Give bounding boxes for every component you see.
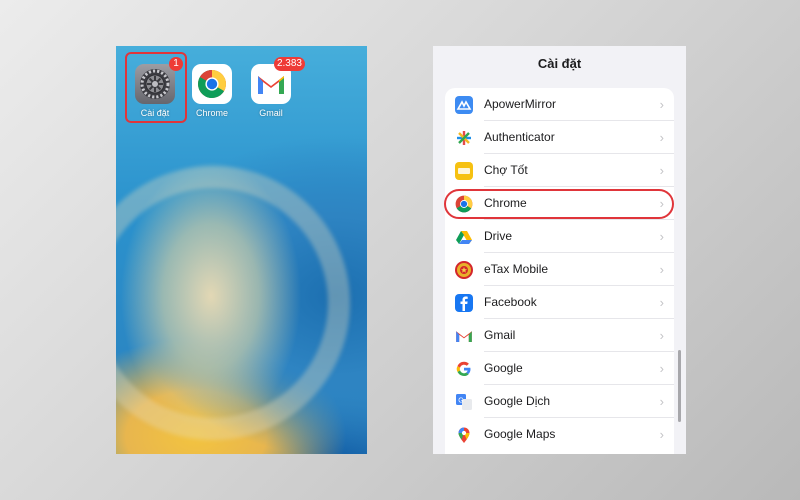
- chevron-right-icon: ›: [659, 394, 664, 409]
- chotot-icon: [455, 162, 473, 180]
- list-item-label: Google Maps: [484, 427, 556, 441]
- chevron-right-icon: ›: [659, 97, 664, 112]
- list-item-label: ApowerMirror: [484, 97, 557, 111]
- chevron-right-icon: ›: [659, 262, 664, 277]
- scrollbar[interactable]: [678, 350, 681, 422]
- notification-badge: 2.383: [273, 57, 305, 71]
- list-item-label: Gmail: [484, 328, 516, 342]
- google-icon: [455, 360, 473, 378]
- app-chrome[interactable]: Chrome: [184, 64, 240, 118]
- facebook-icon: [455, 294, 473, 312]
- apowermirror-icon: [455, 96, 473, 114]
- list-item-drive[interactable]: Drive ›: [445, 220, 674, 253]
- chrome-icon: [192, 64, 232, 104]
- chevron-right-icon: ›: [659, 163, 664, 178]
- list-item-label: eTax Mobile: [484, 262, 549, 276]
- authenticator-icon: [455, 129, 473, 147]
- app-gmail[interactable]: 2.383 Gmail: [243, 57, 305, 118]
- drive-icon: [455, 228, 473, 246]
- list-item-label: Drive: [484, 229, 513, 243]
- list-item-apowermirror[interactable]: ApowerMirror ›: [445, 88, 674, 121]
- settings-app-highlight: [125, 52, 187, 123]
- list-item-facebook[interactable]: Facebook ›: [445, 286, 674, 319]
- chevron-right-icon: ›: [659, 427, 664, 442]
- chevron-right-icon: ›: [659, 130, 664, 145]
- list-item-google-translate[interactable]: G Google Dịch ›: [445, 385, 674, 418]
- list-item-label: Google Dịch: [484, 394, 551, 408]
- chrome-item-highlight: [444, 189, 674, 219]
- list-item-label: Authenticator: [484, 130, 555, 144]
- page-title: Cài đặt: [537, 56, 582, 71]
- google-maps-icon: [455, 426, 473, 444]
- list-item-google-maps[interactable]: Google Maps ›: [445, 418, 674, 451]
- app-label: Chrome: [195, 108, 228, 118]
- list-item-label: Google: [484, 361, 523, 375]
- chevron-right-icon: ›: [659, 361, 664, 376]
- chevron-right-icon: ›: [659, 328, 664, 343]
- list-item-etax[interactable]: eTax Mobile ›: [445, 253, 674, 286]
- list-item-label: Facebook: [484, 295, 537, 309]
- gmail-icon: 2.383: [251, 57, 305, 104]
- chevron-right-icon: ›: [659, 295, 664, 310]
- list-item-chotot[interactable]: Chợ Tốt ›: [445, 154, 674, 187]
- app-label: Gmail: [259, 108, 283, 118]
- list-item-gmail[interactable]: Gmail ›: [445, 319, 674, 352]
- svg-text:G: G: [458, 398, 463, 405]
- google-translate-icon: G: [455, 393, 473, 411]
- gmail-icon: [455, 327, 473, 345]
- etax-icon: [455, 261, 473, 279]
- list-item-google[interactable]: Google ›: [445, 352, 674, 385]
- chevron-right-icon: ›: [659, 229, 664, 244]
- app-list: ApowerMirror › Authenticator › Chợ Tốt ›…: [445, 88, 674, 454]
- list-item-authenticator[interactable]: Authenticator ›: [445, 121, 674, 154]
- list-item-label: Chợ Tốt: [484, 163, 528, 177]
- settings-screen: Cài đặt ApowerMirror › Authenticator › C…: [433, 46, 686, 454]
